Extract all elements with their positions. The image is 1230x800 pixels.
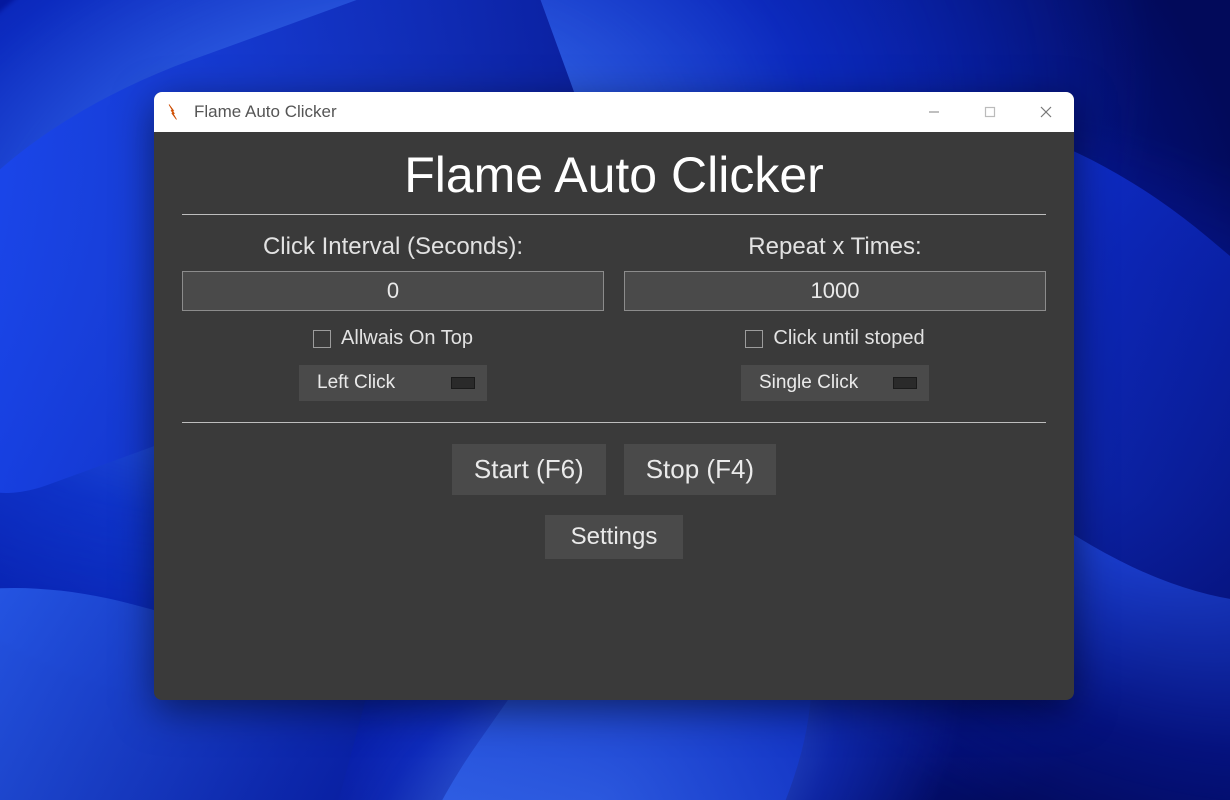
click-until-stopped-label: Click until stoped bbox=[773, 327, 924, 350]
close-button[interactable] bbox=[1018, 92, 1074, 132]
start-button[interactable]: Start (F6) bbox=[451, 443, 607, 496]
click-type-dropdown[interactable]: Single Click bbox=[740, 364, 930, 402]
interval-label: Click Interval (Seconds): bbox=[263, 233, 523, 261]
right-column: Repeat x Times: Click until stoped Singl… bbox=[624, 233, 1046, 402]
click-button-dropdown[interactable]: Left Click bbox=[298, 364, 488, 402]
minimize-button[interactable] bbox=[906, 92, 962, 132]
maximize-button[interactable] bbox=[962, 92, 1018, 132]
click-until-stopped-checkbox[interactable] bbox=[745, 330, 763, 348]
desktop-wallpaper: Flame Auto Clicker Flame Auto Clicker Cl… bbox=[0, 0, 1230, 800]
app-icon bbox=[166, 103, 184, 121]
always-on-top-checkbox[interactable] bbox=[313, 330, 331, 348]
window-title: Flame Auto Clicker bbox=[194, 102, 337, 122]
app-heading: Flame Auto Clicker bbox=[182, 146, 1046, 204]
dropdown-knob-icon bbox=[893, 377, 917, 389]
always-on-top-label: Allwais On Top bbox=[341, 327, 473, 350]
app-body: Flame Auto Clicker Click Interval (Secon… bbox=[154, 132, 1074, 580]
app-window: Flame Auto Clicker Flame Auto Clicker Cl… bbox=[154, 92, 1074, 700]
left-column: Click Interval (Seconds): Allwais On Top… bbox=[182, 233, 604, 402]
divider-bottom bbox=[182, 422, 1046, 423]
repeat-label: Repeat x Times: bbox=[748, 233, 921, 261]
stop-button[interactable]: Stop (F4) bbox=[623, 443, 777, 496]
divider-top bbox=[182, 214, 1046, 215]
interval-input[interactable] bbox=[182, 271, 604, 311]
click-type-value: Single Click bbox=[759, 372, 858, 394]
repeat-input[interactable] bbox=[624, 271, 1046, 311]
dropdown-knob-icon bbox=[451, 377, 475, 389]
titlebar[interactable]: Flame Auto Clicker bbox=[154, 92, 1074, 132]
click-button-value: Left Click bbox=[317, 372, 395, 394]
settings-button[interactable]: Settings bbox=[544, 514, 685, 560]
